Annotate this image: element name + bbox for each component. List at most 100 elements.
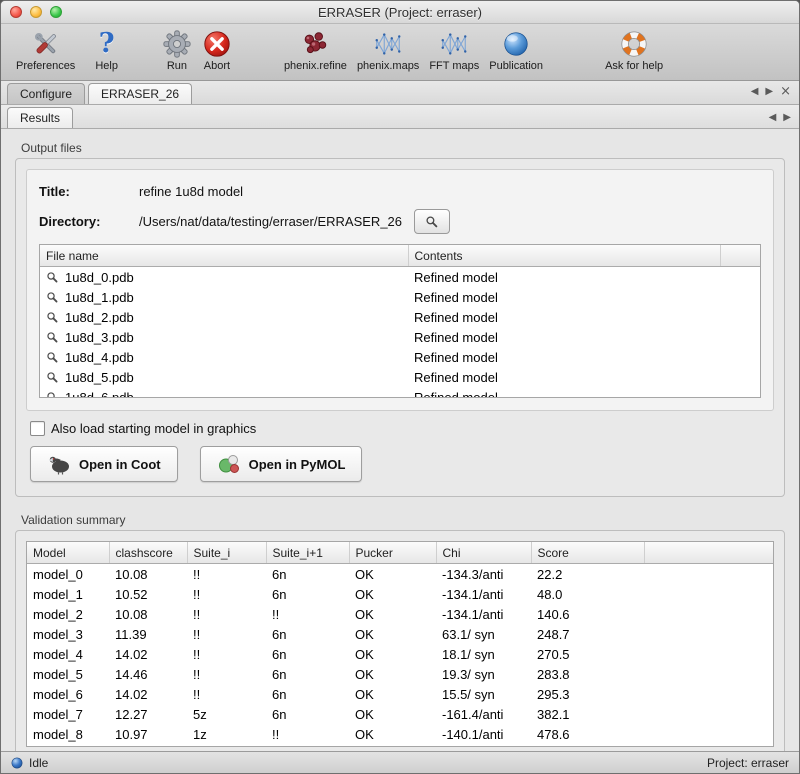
magnifier-icon[interactable]: [46, 331, 59, 344]
validation-cell: !!: [187, 644, 266, 664]
validation-cell: 382.1: [531, 704, 644, 724]
abort-button[interactable]: Abort: [197, 27, 237, 72]
val-header-pucker[interactable]: Pucker: [349, 542, 436, 564]
val-header-suite-i1[interactable]: Suite_i+1: [266, 542, 349, 564]
file-contents-cell: Refined model: [408, 287, 720, 307]
validation-row[interactable]: model_414.02!!6nOK18.1/ syn270.5: [27, 644, 773, 664]
validation-row[interactable]: model_514.46!!6nOK19.3/ syn283.8: [27, 664, 773, 684]
validation-cell: -134.1/anti: [436, 584, 531, 604]
validation-row[interactable]: model_712.275z6nOK-161.4/anti382.1: [27, 704, 773, 724]
validation-cell: 283.8: [531, 664, 644, 684]
validation-row[interactable]: model_311.39!!6nOK63.1/ syn248.7: [27, 624, 773, 644]
file-row[interactable]: 1u8d_0.pdbRefined model: [40, 267, 760, 288]
tab-scroll-right-button[interactable]: ▶: [765, 86, 773, 97]
load-starting-model-checkbox[interactable]: [30, 421, 45, 436]
validation-row[interactable]: start_min10.08!!6nOK-134.3/anti0.0: [27, 744, 773, 747]
validation-cell: !!: [266, 604, 349, 624]
val-header-suite-i[interactable]: Suite_i: [187, 542, 266, 564]
subtab-scroll-right-button[interactable]: ▶: [783, 112, 791, 123]
file-row[interactable]: 1u8d_2.pdbRefined model: [40, 307, 760, 327]
close-button[interactable]: [10, 6, 22, 18]
title-value: refine 1u8d model: [139, 184, 243, 199]
validation-blank-cell: [644, 744, 773, 747]
ask-for-help-button[interactable]: Ask for help: [600, 27, 668, 72]
phenix-refine-button[interactable]: phenix.refine: [279, 27, 352, 72]
fft-maps-button[interactable]: FFT maps: [424, 27, 484, 72]
phenix-refine-icon: [300, 27, 330, 60]
toolbar-label: phenix.maps: [357, 60, 419, 72]
file-row[interactable]: 1u8d_5.pdbRefined model: [40, 367, 760, 387]
traffic-lights: [10, 6, 62, 18]
validation-cell: !!: [187, 684, 266, 704]
help-button[interactable]: ? Help: [90, 27, 123, 72]
zoom-button[interactable]: [50, 6, 62, 18]
toolbar-label: Preferences: [16, 60, 75, 72]
validation-cell: model_4: [27, 644, 109, 664]
validation-group-label: Validation summary: [21, 513, 785, 527]
browse-directory-button[interactable]: [414, 209, 450, 234]
publication-button[interactable]: Publication: [484, 27, 548, 72]
run-button[interactable]: Run: [157, 27, 197, 72]
tab-scroll-left-button[interactable]: ◀: [751, 86, 759, 97]
validation-row[interactable]: model_810.971z!!OK-140.1/anti478.6: [27, 724, 773, 744]
validation-row[interactable]: model_110.52!!6nOK-134.1/anti48.0: [27, 584, 773, 604]
open-buttons-row: Open in Coot Open in PyMOL: [30, 446, 774, 482]
validation-cell: !!: [187, 584, 266, 604]
toolbar-label: Run: [167, 60, 187, 72]
magnifier-icon[interactable]: [46, 271, 59, 284]
file-row[interactable]: 1u8d_4.pdbRefined model: [40, 347, 760, 367]
val-header-chi[interactable]: Chi: [436, 542, 531, 564]
validation-table[interactable]: Model clashscore Suite_i Suite_i+1 Pucke…: [26, 541, 774, 747]
validation-cell: 15.5/ syn: [436, 684, 531, 704]
magnifier-icon[interactable]: [46, 311, 59, 324]
preferences-button[interactable]: Preferences: [11, 27, 80, 72]
file-table-header-contents[interactable]: Contents: [408, 245, 720, 267]
file-contents-cell: Refined model: [408, 267, 720, 288]
validation-row[interactable]: model_614.02!!6nOK15.5/ syn295.3: [27, 684, 773, 704]
magnifier-icon[interactable]: [46, 291, 59, 304]
val-header-score[interactable]: Score: [531, 542, 644, 564]
validation-cell: !!: [187, 604, 266, 624]
validation-cell: 12.27: [109, 704, 187, 724]
subtab-scroll-left-button[interactable]: ◀: [769, 112, 777, 123]
tab-close-button[interactable]: ×: [780, 84, 791, 99]
tab-erraser-26[interactable]: ERRASER_26: [88, 83, 192, 104]
validation-cell: 295.3: [531, 684, 644, 704]
magnifier-icon[interactable]: [46, 351, 59, 364]
val-header-clashscore[interactable]: clashscore: [109, 542, 187, 564]
validation-blank-cell: [644, 644, 773, 664]
validation-cell: 6n: [266, 584, 349, 604]
main-tab-bar: Configure ERRASER_26 ◀ ▶ ×: [1, 81, 799, 105]
tab-configure[interactable]: Configure: [7, 83, 85, 104]
validation-row[interactable]: model_210.08!!!!OK-134.1/anti140.6: [27, 604, 773, 624]
validation-cell: !!: [187, 664, 266, 684]
val-header-model[interactable]: Model: [27, 542, 109, 564]
validation-cell: 10.08: [109, 604, 187, 624]
file-name-cell: 1u8d_4.pdb: [40, 347, 408, 367]
validation-cell: 6n: [266, 644, 349, 664]
tab-results[interactable]: Results: [7, 107, 73, 128]
open-in-coot-button[interactable]: Open in Coot: [30, 446, 178, 482]
validation-blank-cell: [644, 684, 773, 704]
validation-cell: 19.3/ syn: [436, 664, 531, 684]
main-toolbar: Preferences ? Help Run: [1, 24, 799, 81]
output-files-table[interactable]: File name Contents 1u8d_0.pdbRefined mod…: [39, 244, 761, 398]
file-row[interactable]: 1u8d_3.pdbRefined model: [40, 327, 760, 347]
validation-row[interactable]: model_010.08!!6nOK-134.3/anti22.2: [27, 564, 773, 585]
file-row[interactable]: 1u8d_1.pdbRefined model: [40, 287, 760, 307]
output-files-groupbox: Title: refine 1u8d model Directory: /Use…: [15, 158, 785, 497]
file-name-cell: 1u8d_0.pdb: [40, 267, 408, 288]
open-in-pymol-button[interactable]: Open in PyMOL: [200, 446, 363, 482]
file-row[interactable]: 1u8d_6.pdbRefined model: [40, 387, 760, 398]
magnifier-icon[interactable]: [46, 371, 59, 384]
validation-cell: -134.1/anti: [436, 604, 531, 624]
phenix-maps-button[interactable]: phenix.maps: [352, 27, 424, 72]
results-panel: Output files Title: refine 1u8d model Di…: [1, 129, 799, 751]
validation-cell: OK: [349, 564, 436, 585]
open-in-pymol-label: Open in PyMOL: [249, 457, 346, 472]
phenix-maps-icon: [373, 27, 403, 60]
validation-cell: 140.6: [531, 604, 644, 624]
magnifier-icon[interactable]: [46, 391, 59, 399]
minimize-button[interactable]: [30, 6, 42, 18]
file-table-header-filename[interactable]: File name: [40, 245, 408, 267]
